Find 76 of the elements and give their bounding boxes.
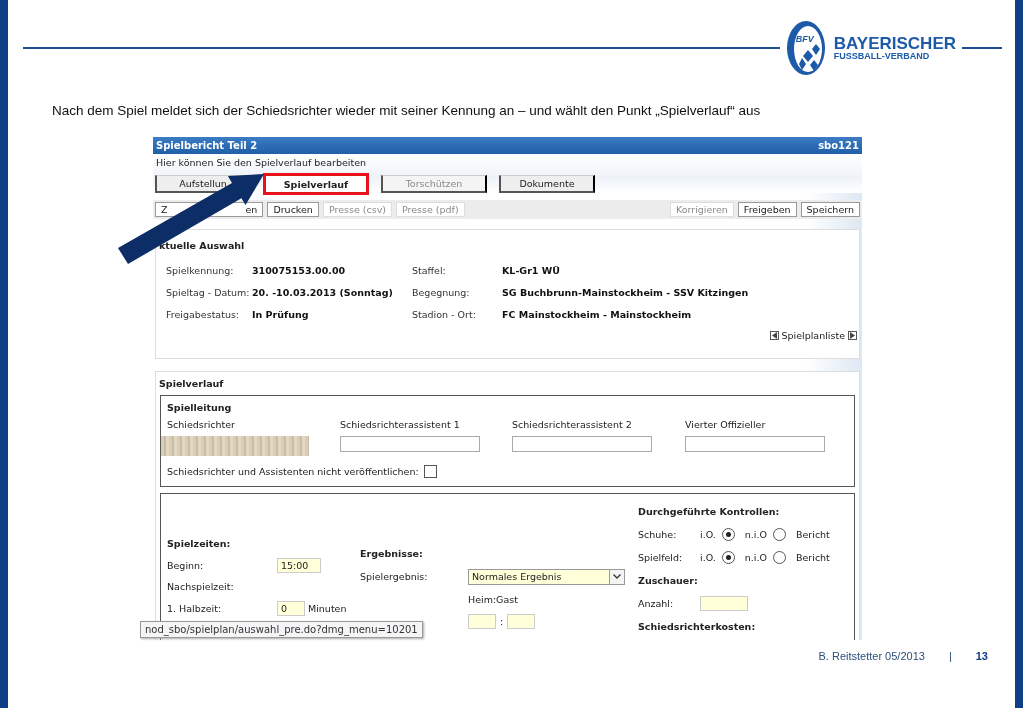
field-value: FC Mainstockheim - Mainstockheim <box>502 309 693 320</box>
group-title: Spielleitung <box>167 401 233 413</box>
field-label: Nachspielzeit: <box>167 580 235 594</box>
radio-label: n.i.O <box>744 552 767 563</box>
logo-badge: BFV <box>785 19 826 76</box>
field-label: Stadion - Ort: <box>412 309 477 320</box>
field-label: 1. Halbzeit: <box>167 602 223 614</box>
radio-button[interactable] <box>772 551 786 564</box>
tab[interactable]: Spielverlauf <box>263 173 369 195</box>
slide-caption: Nach dem Spiel meldet sich der Schiedsrichter wieder mit seiner Kennung an – und wählt den Punkt „Spielverlauf“ aus <box>51 102 762 120</box>
radio-button[interactable] <box>721 551 735 564</box>
radio-button[interactable] <box>772 528 786 541</box>
group-title: Ergebnisse: <box>360 547 424 561</box>
radio-label: n.i.O <box>744 529 767 540</box>
checkbox[interactable] <box>423 465 437 478</box>
footer-author: B. Reitstetter 05/2013 <box>818 650 925 662</box>
unit-label: Minuten <box>308 602 347 614</box>
toolbar-button[interactable]: Speichern <box>800 202 860 217</box>
field-label: Staffel: <box>412 265 447 276</box>
field-label: Freigabestatus: <box>166 309 241 320</box>
input-field[interactable] <box>512 436 652 452</box>
group-title: Spielzeiten: <box>167 537 232 551</box>
field-value: SG Buchbrunn-Mainstockheim - SSV Kitzingen <box>502 287 750 298</box>
minutes-field[interactable]: 0 <box>277 600 305 616</box>
logo-subtitle: FUSSBALL-VERBAND <box>833 51 931 61</box>
tab[interactable]: Dokumente <box>499 175 595 193</box>
previous-button[interactable] <box>769 331 779 340</box>
input-field[interactable] <box>685 436 825 452</box>
field-label: Spielkennung: <box>166 265 235 276</box>
footer-separator: | <box>948 650 952 662</box>
toolbar-button[interactable]: Freigeben <box>737 202 797 217</box>
field-label: Spielfeld: <box>638 552 684 563</box>
group-title: Zuschauer: <box>638 574 699 588</box>
time-field[interactable]: 15:00 <box>277 557 321 573</box>
field-value: KL-Gr1 WÜ <box>502 265 561 276</box>
checkbox-label: Schiedsrichter und Assistenten nicht veröffentlichen: <box>167 466 419 477</box>
panel-title: Spielbericht Teil 2 <box>156 140 258 151</box>
field-value: 310075153.00.00 <box>252 265 347 276</box>
input-field[interactable] <box>340 436 480 452</box>
field-label: Schiedsrichterassistent 2 <box>512 419 633 430</box>
field-label: Heim:Gast <box>468 594 518 605</box>
field-value: 20. -10.03.2013 (Sonntag) <box>252 287 394 298</box>
link-tooltip: nod_sbo/spielplan/auswahl_pre.do?dmg_menu=10201 <box>140 621 423 638</box>
toolbar-button[interactable]: Drucken <box>267 202 319 217</box>
list-link[interactable]: Spielplanliste <box>781 330 845 341</box>
field-label: Schiedsrichter <box>167 419 236 430</box>
field-label: Anzahl: <box>638 598 675 609</box>
field-label: Schuhe: <box>638 529 678 540</box>
field-label: Schiedsrichterassistent 1 <box>340 419 461 430</box>
report-label: Bericht <box>795 552 830 563</box>
result-dropdown[interactable]: Normales Ergebnis <box>468 568 625 585</box>
field-label: Spielergebnis: <box>360 571 429 582</box>
field-label: Vierter Offizieller <box>685 419 767 430</box>
section-title: ktuelle Auswahl <box>158 239 246 253</box>
logo-title: BAYERISCHER <box>833 34 956 52</box>
spectators-field[interactable] <box>700 596 748 611</box>
field-label: Beginn: <box>167 559 205 571</box>
radio-button[interactable] <box>721 528 735 541</box>
redacted-field[interactable] <box>161 436 309 456</box>
field-value: In Prüfung <box>252 309 310 320</box>
group-title: Durchgeführte Kontrollen: <box>638 505 781 519</box>
field-label: Spieltag - Datum: <box>166 287 251 298</box>
score-field[interactable] <box>507 613 536 629</box>
score-field[interactable] <box>468 613 496 629</box>
panel-code: sbo121 <box>818 140 859 151</box>
radio-label: i.O. <box>700 529 716 540</box>
group-title: Schiedsrichterkosten: <box>638 620 757 634</box>
section-title: Spielverlauf <box>158 377 225 391</box>
score-separator: : <box>500 615 504 627</box>
hint-text: Hier können Sie den Spielverlauf bearbeiten <box>155 156 368 170</box>
page-number: 13 <box>975 650 988 662</box>
chevron-down-icon <box>613 574 621 579</box>
next-button[interactable] <box>848 331 857 340</box>
report-label: Bericht <box>795 529 830 540</box>
radio-label: i.O. <box>700 552 716 563</box>
field-label: Begegnung: <box>412 287 471 298</box>
